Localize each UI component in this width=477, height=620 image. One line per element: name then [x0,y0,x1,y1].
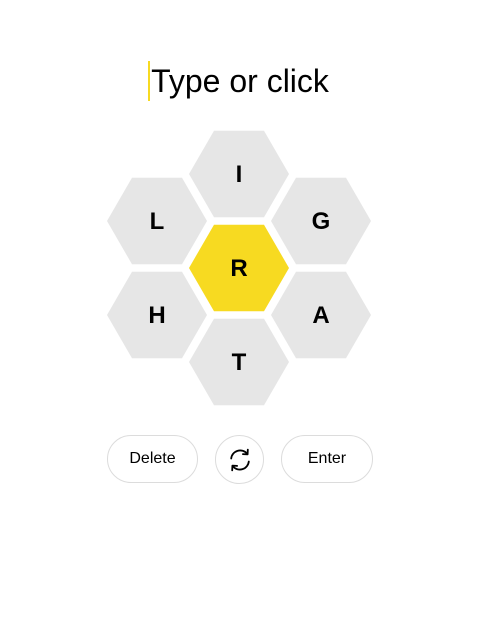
hive-cell-outer-1-letter: I [236,161,243,188]
hive-cell-outer-2[interactable]: G [271,177,371,265]
shuffle-button[interactable] [215,435,264,484]
shuffle-icon [229,448,250,471]
action-buttons: Delete Enter [0,435,477,485]
hive-cell-outer-2-letter: G [312,208,331,235]
hive-cell-outer-5-letter: H [148,302,165,329]
hive-cell-center-letter: R [230,255,247,282]
enter-button[interactable]: Enter [281,435,373,483]
hive-cell-outer-3-letter: A [312,302,329,329]
hive-cell-center[interactable]: R [189,224,289,312]
letter-hive: I G A T H L R [0,0,477,420]
hive-cell-outer-6-letter: L [150,208,165,235]
spelling-bee-game: { "input": { "placeholder": "Type or cli… [0,0,477,620]
delete-button[interactable]: Delete [107,435,198,483]
hive-cell-outer-6[interactable]: L [107,177,207,265]
hive-cell-outer-4[interactable]: T [189,318,289,406]
hive-cell-outer-5[interactable]: H [107,271,207,359]
hive-cell-outer-3[interactable]: A [271,271,371,359]
hive-cell-outer-4-letter: T [232,349,247,376]
hive-cell-outer-1[interactable]: I [189,130,289,218]
